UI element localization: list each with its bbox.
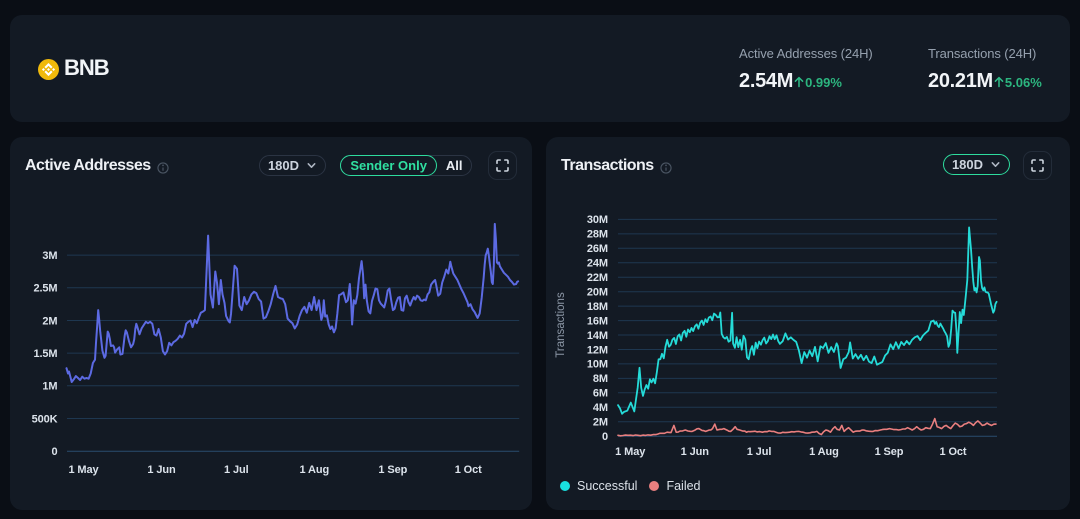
svg-text:Transactions: Transactions bbox=[555, 292, 567, 358]
svg-text:18M: 18M bbox=[587, 301, 608, 313]
svg-text:1 May: 1 May bbox=[68, 464, 99, 476]
svg-text:0: 0 bbox=[51, 446, 57, 458]
svg-text:1.5M: 1.5M bbox=[33, 348, 57, 360]
svg-text:28M: 28M bbox=[587, 229, 608, 241]
svg-text:3M: 3M bbox=[42, 250, 57, 262]
svg-text:1 May: 1 May bbox=[615, 446, 646, 458]
svg-text:26M: 26M bbox=[587, 243, 608, 255]
svg-text:20M: 20M bbox=[587, 287, 608, 299]
svg-text:12M: 12M bbox=[587, 344, 608, 356]
svg-text:1 Oct: 1 Oct bbox=[455, 464, 482, 476]
svg-text:2M: 2M bbox=[593, 417, 608, 429]
svg-text:8M: 8M bbox=[593, 373, 608, 385]
svg-text:4M: 4M bbox=[593, 402, 608, 414]
svg-text:2.5M: 2.5M bbox=[33, 283, 57, 295]
svg-text:6M: 6M bbox=[593, 388, 608, 400]
svg-text:1 Aug: 1 Aug bbox=[809, 446, 839, 458]
svg-text:14M: 14M bbox=[587, 330, 608, 342]
svg-text:1 Jun: 1 Jun bbox=[147, 464, 176, 476]
svg-text:10M: 10M bbox=[587, 359, 608, 371]
svg-text:1 Sep: 1 Sep bbox=[875, 446, 904, 458]
svg-text:24M: 24M bbox=[587, 258, 608, 270]
svg-text:1 Jul: 1 Jul bbox=[747, 446, 772, 458]
svg-text:500K: 500K bbox=[32, 413, 58, 425]
svg-text:30M: 30M bbox=[587, 214, 608, 226]
svg-text:1M: 1M bbox=[42, 381, 57, 393]
svg-text:16M: 16M bbox=[587, 315, 608, 327]
svg-text:1 Jul: 1 Jul bbox=[224, 464, 249, 476]
svg-text:0: 0 bbox=[602, 431, 608, 443]
svg-text:1 Aug: 1 Aug bbox=[299, 464, 329, 476]
svg-text:1 Jun: 1 Jun bbox=[681, 446, 710, 458]
svg-text:2M: 2M bbox=[42, 315, 57, 327]
svg-text:1 Sep: 1 Sep bbox=[378, 464, 407, 476]
svg-text:22M: 22M bbox=[587, 272, 608, 284]
svg-text:1 Oct: 1 Oct bbox=[939, 446, 966, 458]
